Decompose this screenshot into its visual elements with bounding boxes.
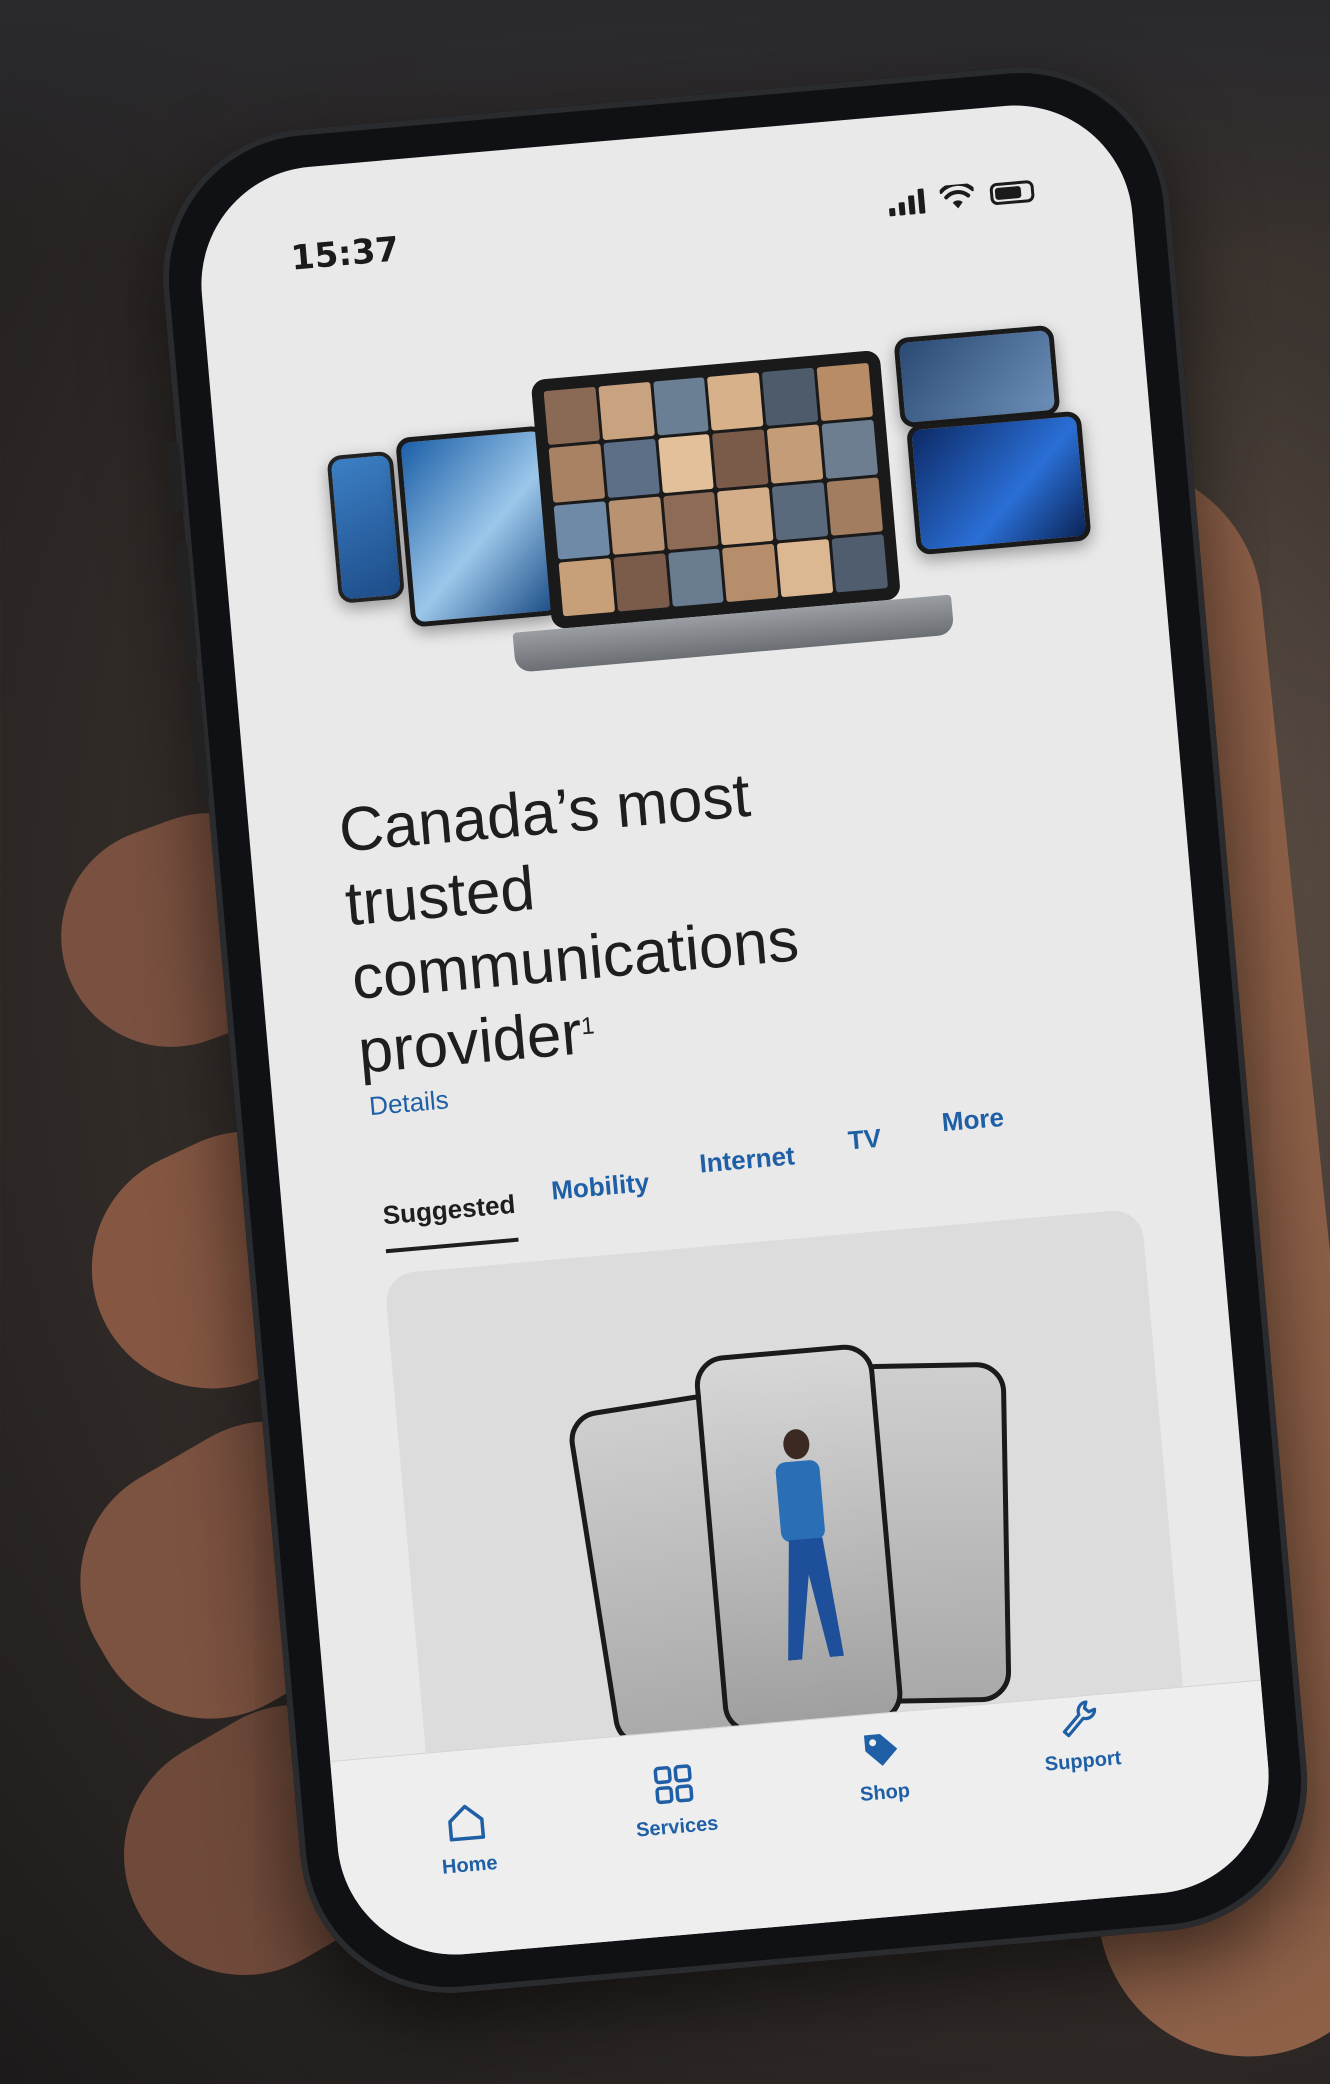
phone-device: 15:37 Canada’s most trusted communicatio…	[150, 54, 1320, 2006]
wrench-icon	[1062, 1700, 1097, 1738]
nav-label: Support	[1043, 1747, 1123, 1776]
nav-label: Shop	[859, 1779, 911, 1806]
battery-icon	[989, 179, 1035, 206]
phone-frame: 15:37 Canada’s most trusted communicatio…	[150, 54, 1320, 2006]
nav-label: Home	[441, 1851, 499, 1879]
tab-internet[interactable]: Internet	[698, 1140, 796, 1179]
status-time: 15:37	[289, 229, 401, 279]
nav-home[interactable]: Home	[394, 1794, 540, 1883]
hero-headline: Canada’s most trusted communications pro…	[336, 732, 1079, 1090]
video-thumbnail	[893, 324, 1061, 429]
signal-icon	[887, 187, 926, 217]
tab-suggested[interactable]: Suggested	[382, 1189, 517, 1231]
home-icon	[448, 1804, 486, 1842]
nav-label: Services	[635, 1812, 720, 1842]
nav-services[interactable]: Services	[602, 1756, 748, 1845]
footnote-marker: 1	[579, 1012, 596, 1041]
side-button	[166, 441, 185, 513]
nav-shop[interactable]: Shop	[810, 1722, 956, 1811]
status-icons	[887, 178, 1035, 217]
tablet-thumbnail	[905, 410, 1092, 556]
grid-icon	[653, 1764, 694, 1805]
tab-tv[interactable]: TV	[847, 1123, 883, 1157]
hero-image	[295, 262, 1092, 747]
category-tabs: Suggested Mobility Internet TV More	[368, 1088, 1152, 1236]
tab-mobility[interactable]: Mobility	[550, 1167, 651, 1206]
phone-thumbnail	[326, 450, 406, 604]
side-button	[187, 680, 210, 801]
app-screen: 15:37 Canada’s most trusted communicatio…	[191, 95, 1279, 1965]
wifi-icon	[939, 183, 975, 209]
nav-support[interactable]: Support	[1008, 1691, 1154, 1780]
laptop-screen	[530, 349, 902, 630]
side-button	[175, 540, 198, 662]
tab-more[interactable]: More	[941, 1102, 1006, 1138]
details-link[interactable]: Details	[368, 1084, 450, 1122]
tag-icon	[863, 1734, 898, 1766]
